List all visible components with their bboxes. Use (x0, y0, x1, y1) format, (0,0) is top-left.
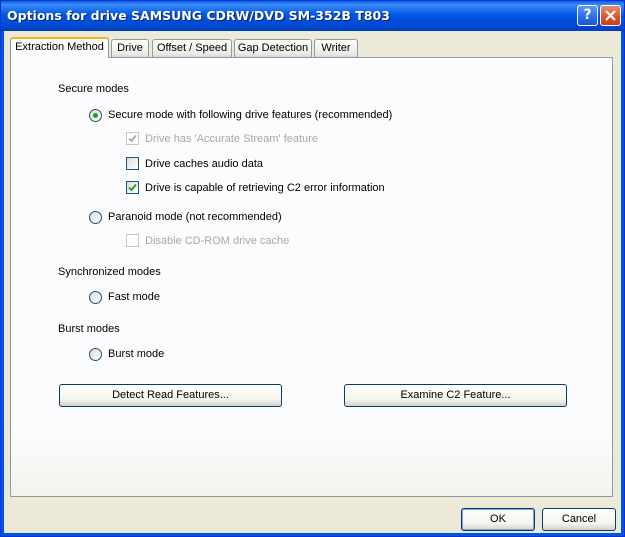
close-button[interactable] (600, 5, 621, 26)
radio-unselected-icon (89, 348, 102, 361)
close-icon (605, 10, 616, 21)
secure-modes-title: Secure modes (58, 83, 129, 95)
checkbox-unchecked-icon (126, 157, 139, 170)
burst-modes-title: Burst modes (58, 323, 120, 335)
synchronized-modes-title: Synchronized modes (58, 266, 161, 278)
radio-unselected-icon (89, 291, 102, 304)
examine-c2-feature-button[interactable]: Examine C2 Feature... (344, 384, 567, 407)
tab-drive[interactable]: Drive (111, 39, 149, 57)
detect-read-features-button[interactable]: Detect Read Features... (59, 384, 282, 407)
title-bar[interactable]: Options for drive SAMSUNG CDRW/DVD SM-35… (1, 1, 624, 31)
help-icon: ? (583, 7, 592, 23)
radio-selected-icon (89, 109, 102, 122)
radio-unselected-icon (89, 211, 102, 224)
checkbox-unchecked-disabled-icon (126, 234, 139, 247)
checkbox-checked-disabled-icon (126, 132, 139, 145)
tab-offset-speed[interactable]: Offset / Speed (152, 39, 232, 57)
tab-panel-extraction-method: Secure modes Secure mode with following … (10, 57, 613, 497)
tab-writer[interactable]: Writer (314, 39, 358, 57)
help-button[interactable]: ? (577, 5, 598, 26)
options-dialog: Options for drive SAMSUNG CDRW/DVD SM-35… (0, 0, 625, 537)
tab-gap-detection[interactable]: Gap Detection (234, 39, 312, 57)
ok-button[interactable]: OK (461, 508, 535, 531)
checkmark-icon (126, 181, 139, 194)
tab-extraction-method[interactable]: Extraction Method (10, 37, 109, 58)
window-title: Options for drive SAMSUNG CDRW/DVD SM-35… (7, 8, 390, 23)
cancel-button[interactable]: Cancel (542, 508, 616, 531)
